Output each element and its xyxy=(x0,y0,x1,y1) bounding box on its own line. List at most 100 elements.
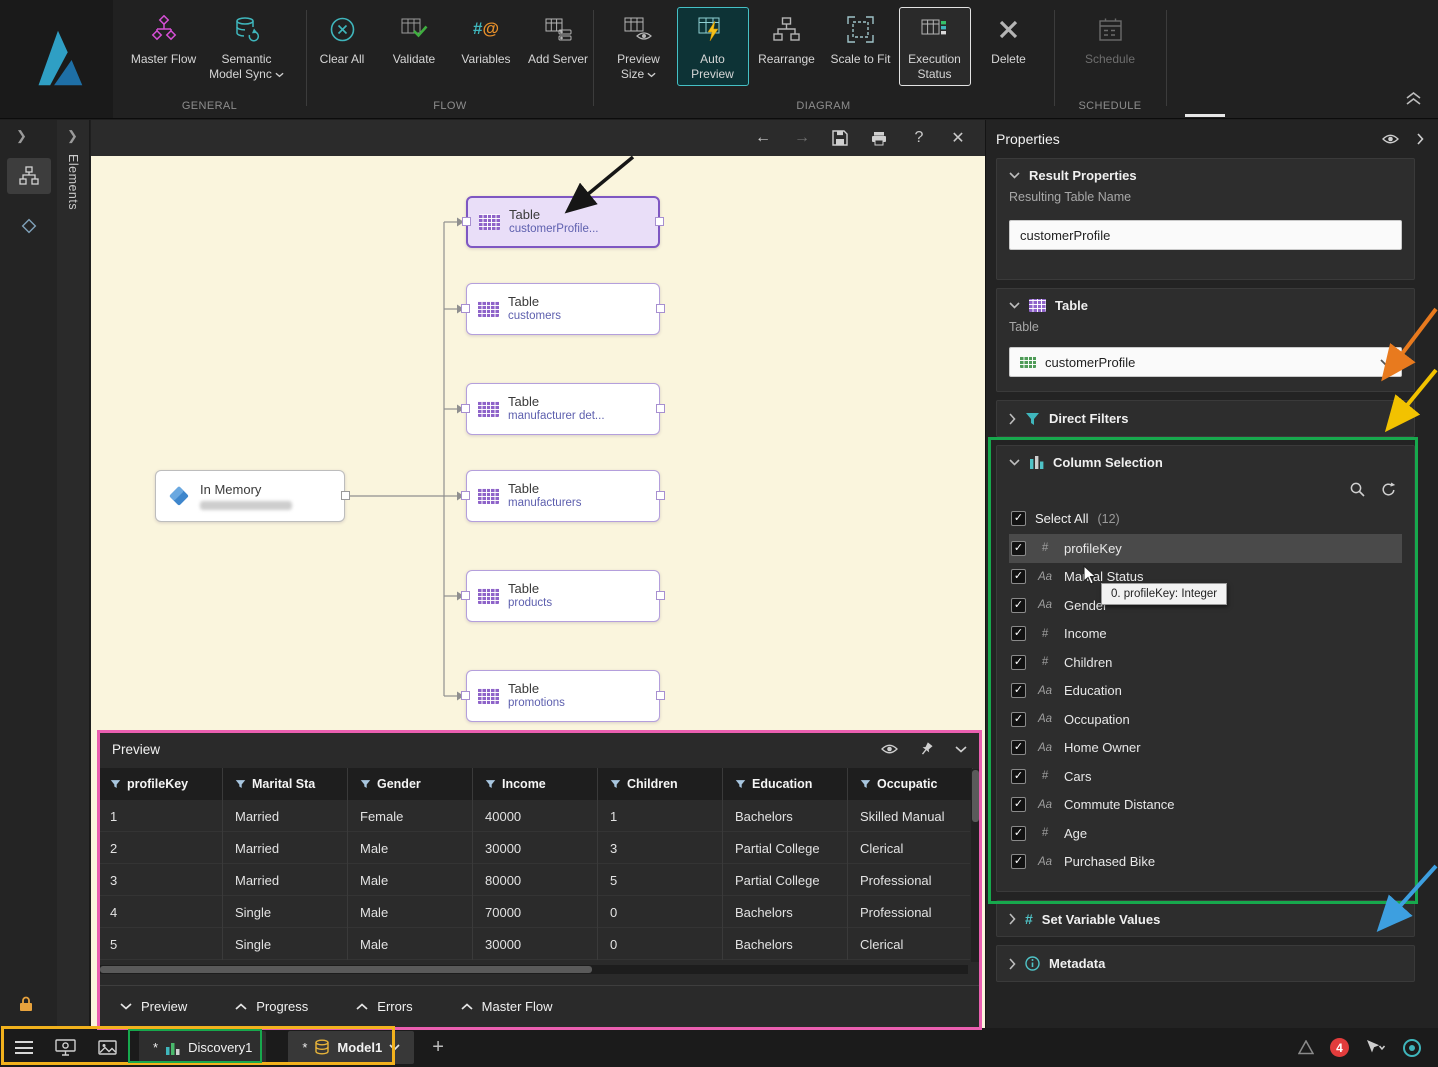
notification-badge[interactable]: 4 xyxy=(1330,1038,1349,1057)
output-port[interactable] xyxy=(341,491,350,500)
output-port[interactable] xyxy=(656,491,665,500)
column-checkbox-checked[interactable]: ✓ xyxy=(1011,598,1026,613)
node-table-promotions[interactable]: Tablepromotions xyxy=(466,670,660,722)
column-item-marital-status[interactable]: ✓AaMarital Status xyxy=(1009,563,1402,592)
column-checkbox-checked[interactable]: ✓ xyxy=(1011,712,1026,727)
node-table-customers[interactable]: Tablecustomers xyxy=(466,283,660,335)
collapse-panel-chevron-icon[interactable] xyxy=(955,746,967,753)
tab-progress[interactable]: Progress xyxy=(235,999,308,1014)
search-icon[interactable] xyxy=(1350,482,1365,497)
column-checkbox-checked[interactable]: ✓ xyxy=(1011,740,1026,755)
chevron-down-icon[interactable] xyxy=(389,1044,400,1051)
output-port[interactable] xyxy=(656,304,665,313)
scale-to-fit-button[interactable]: Scale to Fit xyxy=(825,7,897,86)
select-all-checkbox[interactable]: ✓ xyxy=(1011,511,1026,526)
pointer-menu-icon[interactable] xyxy=(1365,1039,1386,1056)
tab-preview[interactable]: Preview xyxy=(120,999,187,1014)
expand-elements-chevron[interactable]: ❯ xyxy=(57,120,89,144)
collapse-ribbon-button[interactable] xyxy=(1405,92,1422,105)
preview-column-header[interactable]: Gender xyxy=(348,768,473,800)
rearrange-button[interactable]: Rearrange xyxy=(751,7,823,86)
variables-button[interactable]: #@ Variables xyxy=(451,7,521,71)
input-port[interactable] xyxy=(461,404,470,413)
column-checkbox-checked[interactable]: ✓ xyxy=(1011,797,1026,812)
output-port[interactable] xyxy=(656,404,665,413)
direct-filters-header[interactable]: Direct Filters xyxy=(1009,411,1402,426)
output-port[interactable] xyxy=(655,217,664,226)
node-table-manufacturer-details[interactable]: Tablemanufacturer det... xyxy=(466,383,660,435)
column-checkbox-checked[interactable]: ✓ xyxy=(1011,541,1026,556)
output-port[interactable] xyxy=(656,591,665,600)
column-item-occupation[interactable]: ✓AaOccupation xyxy=(1009,705,1402,734)
metadata-header[interactable]: Metadata xyxy=(1009,956,1402,971)
chevron-right-icon[interactable] xyxy=(1417,133,1424,145)
input-port[interactable] xyxy=(461,304,470,313)
schedule-button[interactable]: Schedule xyxy=(1074,7,1146,71)
set-variable-values-header[interactable]: # Set Variable Values xyxy=(1009,911,1402,927)
column-checkbox-checked[interactable]: ✓ xyxy=(1011,854,1026,869)
new-tab-button[interactable]: + xyxy=(432,1036,444,1059)
node-table-products[interactable]: Tableproducts xyxy=(466,570,660,622)
preview-column-header[interactable]: Income xyxy=(473,768,598,800)
lock-icon[interactable] xyxy=(18,995,34,1012)
tab-errors[interactable]: Errors xyxy=(356,999,412,1014)
column-checkbox-checked[interactable]: ✓ xyxy=(1011,683,1026,698)
input-port[interactable] xyxy=(462,217,471,226)
input-port[interactable] xyxy=(461,491,470,500)
eye-icon[interactable] xyxy=(1382,133,1399,145)
flow-view-button[interactable] xyxy=(7,158,51,194)
master-flow-button[interactable]: Master Flow xyxy=(128,7,200,86)
column-checkbox-checked[interactable]: ✓ xyxy=(1011,569,1026,584)
app-logo[interactable] xyxy=(0,0,113,118)
result-properties-header[interactable]: Result Properties xyxy=(1009,168,1402,183)
preview-column-header[interactable]: Education xyxy=(723,768,848,800)
node-table-customerprofile[interactable]: TablecustomerProfile... xyxy=(466,196,660,248)
save-button[interactable] xyxy=(832,130,850,146)
preview-table-row[interactable]: 5SingleMale300000BachelorsClerical xyxy=(98,928,970,960)
auto-preview-button[interactable]: Auto Preview xyxy=(677,7,749,86)
expand-panel-chevron[interactable]: ❯ xyxy=(0,120,57,144)
column-item-age[interactable]: ✓#Age xyxy=(1009,819,1402,848)
select-all-row[interactable]: ✓ Select All (12) xyxy=(1009,505,1402,534)
elements-panel-label[interactable]: Elements xyxy=(66,154,80,210)
delete-button[interactable]: Delete xyxy=(973,7,1045,86)
preview-size-button[interactable]: Preview Size xyxy=(603,7,675,86)
column-item-income[interactable]: ✓#Income xyxy=(1009,620,1402,649)
resulting-table-name-input[interactable] xyxy=(1009,220,1402,250)
node-table-manufacturers[interactable]: Tablemanufacturers xyxy=(466,470,660,522)
canvas-body[interactable]: In Memory TablecustomerProfile... Tablec… xyxy=(91,156,985,1028)
forward-button[interactable]: → xyxy=(793,129,811,147)
clear-all-button[interactable]: Clear All xyxy=(307,7,377,71)
column-checkbox-checked[interactable]: ✓ xyxy=(1011,826,1026,841)
preview-column-header[interactable]: Children xyxy=(598,768,723,800)
preview-column-header[interactable]: profileKey xyxy=(98,768,223,800)
column-item-profilekey[interactable]: ✓#profileKey xyxy=(1009,534,1402,563)
eye-icon[interactable] xyxy=(881,743,898,755)
validate-button[interactable]: Validate xyxy=(379,7,449,71)
execution-status-button[interactable]: Execution Status xyxy=(899,7,971,86)
preview-column-header[interactable]: Occupatic xyxy=(848,768,973,800)
pin-icon[interactable] xyxy=(917,739,936,758)
print-button[interactable] xyxy=(871,131,889,146)
preview-table-row[interactable]: 2MarriedMale300003Partial CollegeClerica… xyxy=(98,832,970,864)
tab-model1[interactable]: * Model1 xyxy=(288,1031,414,1064)
input-port[interactable] xyxy=(461,691,470,700)
column-item-gender[interactable]: ✓AaGender xyxy=(1009,591,1402,620)
preview-table-row[interactable]: 3MarriedMale800005Partial CollegeProfess… xyxy=(98,864,970,896)
present-button[interactable] xyxy=(55,1039,76,1056)
column-item-commute-distance[interactable]: ✓AaCommute Distance xyxy=(1009,791,1402,820)
model-view-button[interactable] xyxy=(7,208,51,244)
app-mini-logo-icon[interactable] xyxy=(1298,1040,1314,1055)
semantic-model-sync-button[interactable]: Semantic Model Sync xyxy=(202,7,292,86)
column-item-cars[interactable]: ✓#Cars xyxy=(1009,762,1402,791)
column-item-purchased-bike[interactable]: ✓AaPurchased Bike xyxy=(1009,848,1402,877)
tab-discovery1[interactable]: * Discovery1 xyxy=(139,1031,266,1064)
column-checkbox-checked[interactable]: ✓ xyxy=(1011,626,1026,641)
preview-table-row[interactable]: 4SingleMale700000BachelorsProfessional xyxy=(98,896,970,928)
input-port[interactable] xyxy=(461,591,470,600)
output-port[interactable] xyxy=(656,691,665,700)
preview-horizontal-scrollbar[interactable] xyxy=(100,965,968,974)
preview-table-row[interactable]: 1MarriedFemale400001BachelorsSkilled Man… xyxy=(98,800,970,832)
add-server-button[interactable]: Add Server xyxy=(523,7,593,71)
preview-column-header[interactable]: Marital Sta xyxy=(223,768,348,800)
